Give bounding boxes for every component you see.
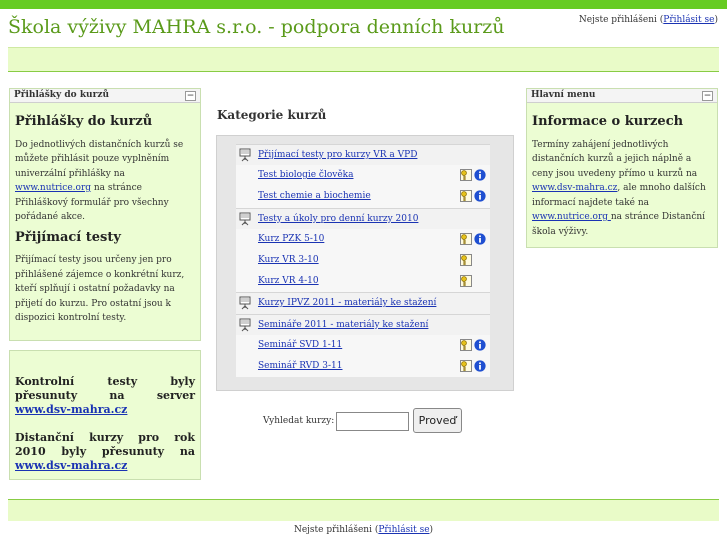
login-status-text: Nejste přihlášeni (: [578, 15, 664, 25]
block-applications: Přihlášky do kurzů − Přihlášky do kurzů …: [9, 88, 201, 341]
course-category-icon: [239, 212, 251, 226]
dsv-mahra-link-1[interactable]: www.dsv-mahra.cz: [15, 403, 127, 416]
search-button[interactable]: Proveď: [413, 408, 462, 433]
course-link[interactable]: Seminář SVD 1-11: [258, 340, 342, 350]
login-link-bottom[interactable]: Přihlásit se: [378, 525, 429, 535]
category-link[interactable]: Testy a úkoly pro denní kurzy 2010: [258, 214, 418, 224]
course-link[interactable]: Kurz VR 4-10: [258, 276, 319, 286]
course-info-icon[interactable]: [474, 233, 486, 245]
enrolment-key-icon: [460, 169, 472, 182]
block-header-applications: Přihlášky do kurzů −: [10, 89, 200, 103]
course-link[interactable]: Kurz PZK 5-10: [258, 234, 324, 244]
course-link[interactable]: Seminář RVD 3-11: [258, 361, 342, 371]
notice-2: Distanční kurzy pro rok 2010 byly přesun…: [15, 431, 195, 473]
block-notice: Kontrolní testy byly přesunuty na server…: [9, 350, 201, 480]
search-label: Vyhledat kurzy:: [263, 416, 335, 426]
course-search-input[interactable]: [336, 412, 409, 431]
login-status-close: ): [429, 525, 434, 535]
block-body-applications: Přihlášky do kurzů Do jednotlivých dista…: [10, 103, 200, 336]
top-accent-bar: [0, 0, 727, 9]
applications-text-1: Do jednotlivých distančních kurzů se můž…: [15, 139, 184, 179]
block-title: Přihlášky do kurzů: [14, 90, 109, 100]
notice-2-text: Distanční kurzy pro rok 2010 byly přesun…: [15, 431, 195, 458]
course-info-text-1: Termíny zahájení jednotlivých distančníc…: [532, 139, 698, 179]
course-row: Test chemie a biochemie: [236, 186, 490, 208]
course-category-icon: [239, 318, 251, 332]
course-category-icon: [239, 148, 251, 162]
nutrice-link[interactable]: www.nutrice.org: [15, 183, 91, 193]
heading-course-info: Informace o kurzech: [532, 114, 684, 129]
enrolment-key-icon: [460, 190, 472, 203]
category-row: Kurzy IPVZ 2011 - materiály ke stažení: [236, 292, 490, 314]
footer-bar: [8, 499, 719, 521]
enrolment-key-icon: [460, 275, 472, 288]
course-info-icon[interactable]: [474, 360, 486, 372]
enrolment-key-icon: [460, 338, 472, 351]
enrolment-key-icon: [460, 253, 472, 266]
category-link[interactable]: Kurzy IPVZ 2011 - materiály ke stažení: [258, 298, 436, 308]
course-category-box: Přijímací testy pro kurzy VR a VPD Test b…: [216, 135, 514, 391]
category-link[interactable]: Semináře 2011 - materiály ke stažení: [258, 320, 428, 330]
login-status-top: Nejste přihlášeni (Přihlásit se): [579, 15, 718, 25]
heading-entrance-tests: Přijímací testy: [15, 229, 121, 245]
applications-text: Do jednotlivých distančních kurzů se můž…: [15, 138, 195, 225]
enrolment-key-icon: [460, 232, 472, 245]
course-row: Test biologie člověka: [236, 165, 490, 187]
dsv-mahra-link-2[interactable]: www.dsv-mahra.cz: [15, 459, 127, 472]
course-link[interactable]: Test biologie člověka: [258, 170, 353, 180]
notice-1-text: Kontrolní testy byly přesunuty na server: [15, 375, 195, 402]
course-row: Kurz VR 4-10: [236, 271, 490, 293]
category-link[interactable]: Přijímací testy pro kurzy VR a VPD: [258, 150, 417, 160]
course-row: Seminář SVD 1-11: [236, 334, 490, 356]
category-row: Semináře 2011 - materiály ke stažení: [236, 313, 490, 335]
login-status-text: Nejste přihlášeni (: [293, 525, 379, 535]
notice-1: Kontrolní testy byly přesunuty na server…: [15, 375, 195, 417]
notice-body: Kontrolní testy byly přesunuty na server…: [10, 351, 200, 493]
course-category-list: Přijímací testy pro kurzy VR a VPD Test b…: [236, 144, 490, 378]
course-category-icon: [239, 296, 251, 310]
nav-bar: [8, 47, 719, 72]
category-row: Testy a úkoly pro denní kurzy 2010: [236, 207, 490, 229]
enrolment-key-icon: [460, 359, 472, 372]
course-info-icon[interactable]: [474, 190, 486, 202]
course-row: Kurz PZK 5-10: [236, 228, 490, 250]
course-info-icon[interactable]: [474, 339, 486, 351]
login-link-top[interactable]: Přihlásit se: [663, 15, 714, 25]
block-header-main-menu: Hlavní menu −: [527, 89, 717, 103]
course-info-icon[interactable]: [474, 169, 486, 181]
heading-applications: Přihlášky do kurzů: [15, 114, 153, 129]
login-status-close: ): [714, 15, 718, 25]
site-title: Škola výživy MAHRA s.r.o. - podpora denn…: [8, 16, 505, 38]
course-link[interactable]: Test chemie a biochemie: [258, 191, 371, 201]
course-info-text: Termíny zahájení jednotlivých distančníc…: [532, 138, 712, 240]
course-row: Seminář RVD 3-11: [236, 355, 490, 378]
dsv-mahra-link[interactable]: www.dsv-mahra.cz: [532, 183, 617, 193]
course-categories-title: Kategorie kurzů: [217, 108, 327, 122]
collapse-block-icon[interactable]: −: [702, 91, 713, 101]
login-status-bottom: Nejste přihlášeni (Přihlásit se): [0, 525, 727, 535]
block-body-main-menu: Informace o kurzech Termíny zahájení jed…: [527, 103, 717, 249]
entrance-tests-text: Přijímací testy jsou určeny jen pro přih…: [15, 255, 185, 323]
nutrice-link[interactable]: www.nutrice.org: [532, 212, 611, 222]
block-main-menu: Hlavní menu − Informace o kurzech Termín…: [526, 88, 718, 248]
category-row: Přijímací testy pro kurzy VR a VPD: [236, 144, 490, 166]
collapse-block-icon[interactable]: −: [185, 91, 196, 101]
course-row: Kurz VR 3-10: [236, 249, 490, 272]
course-link[interactable]: Kurz VR 3-10: [258, 255, 319, 265]
block-title: Hlavní menu: [531, 90, 596, 100]
